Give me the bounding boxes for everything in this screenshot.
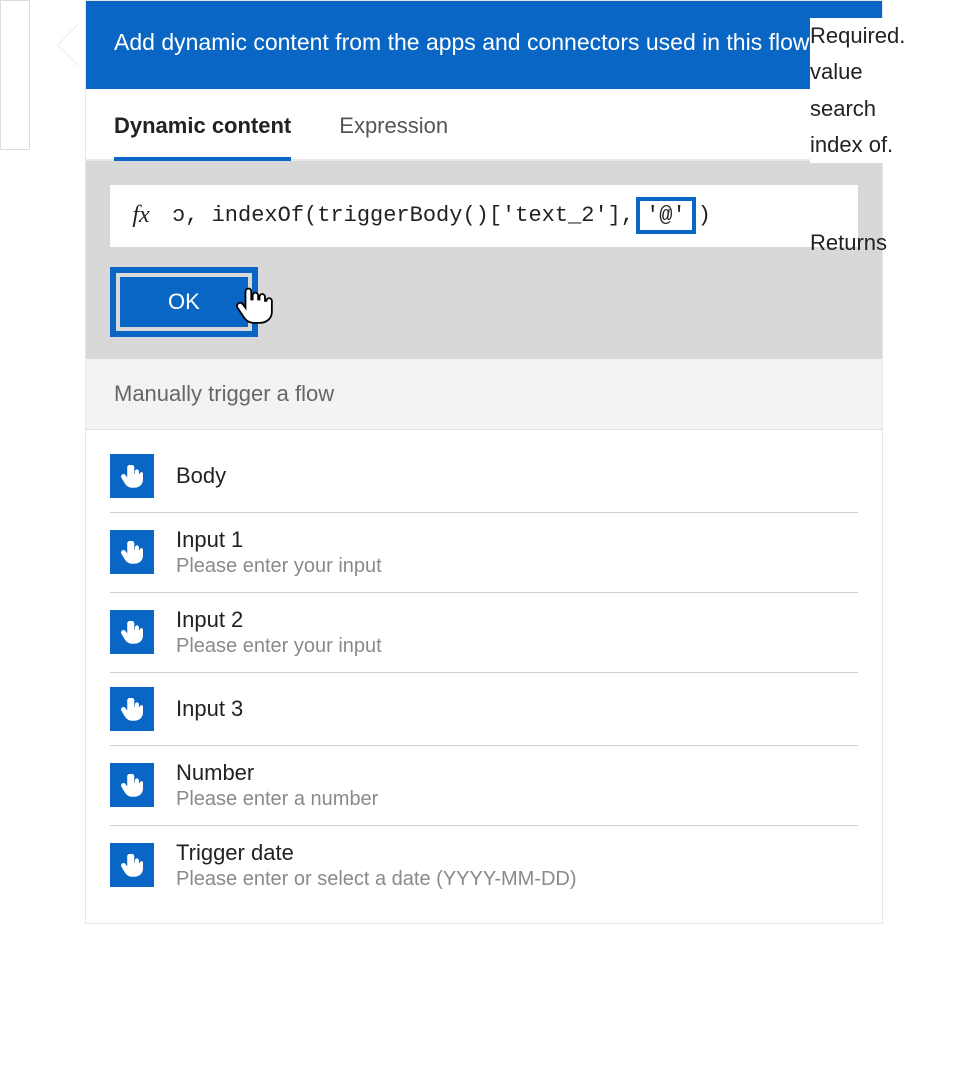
tooltip-l2: value: [810, 54, 966, 90]
tab-dynamic-content[interactable]: Dynamic content: [114, 113, 291, 161]
expr-seg-after: ): [698, 203, 711, 228]
option-body[interactable]: Body: [110, 440, 858, 513]
option-number[interactable]: Number Please enter a number: [110, 746, 858, 826]
tab-bar: Dynamic content Expression: [86, 89, 882, 161]
option-input-2[interactable]: Input 2 Please enter your input: [110, 593, 858, 673]
expr-highlighted-argument: '@': [636, 197, 696, 234]
dynamic-content-options: Body Input 1 Please enter your input Inp…: [86, 430, 882, 923]
option-title: Input 3: [176, 696, 243, 722]
tab-expression[interactable]: Expression: [339, 113, 448, 161]
expression-input-row[interactable]: fx ɔ, indexOf(triggerBody()['text_2'], '…: [110, 185, 858, 247]
dynamic-content-panel: Add dynamic content from the apps and co…: [85, 0, 883, 924]
manual-trigger-icon: [110, 530, 154, 574]
manual-trigger-icon: [110, 687, 154, 731]
expression-text[interactable]: ɔ, indexOf(triggerBody()['text_2'], '@' …: [172, 197, 858, 234]
manual-trigger-icon: [110, 763, 154, 807]
option-title: Body: [176, 463, 226, 489]
left-panel-fragment: [0, 0, 30, 150]
option-desc: Please enter your input: [176, 555, 382, 578]
tooltip-l1a: Required.: [810, 18, 905, 54]
option-trigger-date[interactable]: Trigger date Please enter or select a da…: [110, 826, 858, 905]
panel-banner: Add dynamic content from the apps and co…: [86, 1, 882, 89]
option-desc: Please enter your input: [176, 635, 382, 658]
option-input-3[interactable]: Input 3: [110, 673, 858, 746]
ok-button-highlight: OK: [110, 267, 258, 337]
banner-text: Add dynamic content from the apps and co…: [114, 29, 815, 55]
option-title: Input 1: [176, 527, 382, 553]
fx-icon: fx: [110, 202, 172, 229]
manual-trigger-icon: [110, 610, 154, 654]
tooltip-l3a: search: [810, 91, 876, 127]
option-title: Trigger date: [176, 840, 577, 866]
ok-button[interactable]: OK: [120, 277, 248, 327]
option-input-1[interactable]: Input 1 Please enter your input: [110, 513, 858, 593]
returns-text-fragment: Returns: [810, 230, 887, 256]
option-desc: Please enter a number: [176, 788, 378, 811]
parameter-tooltip: Required. T value search t index of.: [810, 18, 966, 163]
expr-seg-before: ɔ, indexOf(triggerBody()['text_2'],: [172, 203, 634, 228]
manual-trigger-icon: [110, 843, 154, 887]
option-title: Input 2: [176, 607, 382, 633]
category-header: Manually trigger a flow: [86, 359, 882, 430]
expression-editor-zone: fx ɔ, indexOf(triggerBody()['text_2'], '…: [86, 161, 882, 359]
option-desc: Please enter or select a date (YYYY-MM-D…: [176, 868, 577, 891]
manual-trigger-icon: [110, 454, 154, 498]
tooltip-l4: index of.: [810, 127, 966, 163]
option-title: Number: [176, 760, 378, 786]
